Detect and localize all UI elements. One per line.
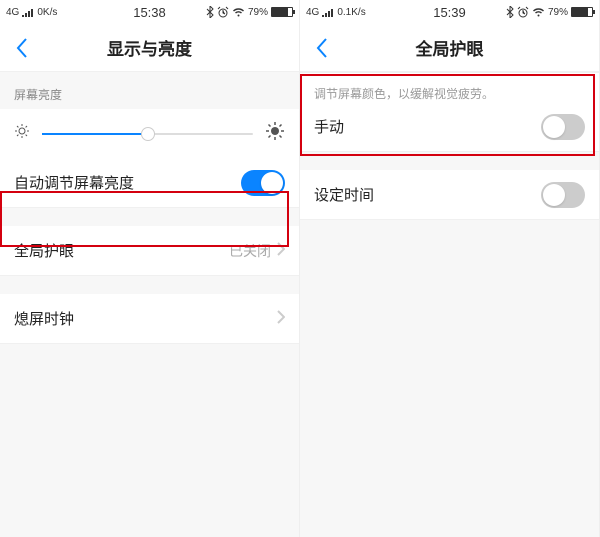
left-screen: 4G 0K/s 15:38 79% 显示与亮度 屏幕亮度 xyxy=(0,0,300,537)
manual-row: 手动 xyxy=(300,102,599,152)
brightness-slider-row xyxy=(0,109,299,158)
bluetooth-icon xyxy=(506,6,514,18)
standby-clock-label: 熄屏时钟 xyxy=(14,308,74,329)
battery-icon xyxy=(571,7,593,17)
chevron-right-icon xyxy=(277,242,285,260)
back-button[interactable] xyxy=(300,24,344,71)
battery-icon xyxy=(271,7,293,17)
bluetooth-icon xyxy=(206,6,214,18)
nav-bar: 全局护眼 xyxy=(300,24,599,72)
brightness-slider[interactable] xyxy=(42,133,253,135)
alarm-icon xyxy=(217,6,229,18)
signal-icon xyxy=(22,7,34,17)
auto-brightness-row: 自动调节屏幕亮度 xyxy=(0,158,299,208)
manual-label: 手动 xyxy=(314,116,344,137)
schedule-label: 设定时间 xyxy=(314,184,374,205)
auto-brightness-label: 自动调节屏幕亮度 xyxy=(14,172,134,193)
battery-pct: 79% xyxy=(548,7,568,18)
net-speed: 0.1K/s xyxy=(337,7,365,18)
eye-care-row[interactable]: 全局护眼 已关闭 xyxy=(0,226,299,276)
brightness-section-label: 屏幕亮度 xyxy=(0,72,299,109)
signal-icon xyxy=(322,7,334,17)
sun-small-icon xyxy=(14,123,30,144)
schedule-row: 设定时间 xyxy=(300,170,599,220)
network-type: 4G xyxy=(6,7,19,18)
clock: 15:38 xyxy=(133,5,166,20)
auto-brightness-toggle[interactable] xyxy=(241,170,285,196)
nav-bar: 显示与亮度 xyxy=(0,24,299,72)
schedule-toggle[interactable] xyxy=(541,182,585,208)
status-bar: 4G 0.1K/s 15:39 79% xyxy=(300,0,599,24)
battery-pct: 79% xyxy=(248,7,268,18)
page-title: 显示与亮度 xyxy=(107,35,192,60)
wifi-icon xyxy=(532,7,545,17)
network-type: 4G xyxy=(306,7,319,18)
eye-care-value: 已关闭 xyxy=(229,241,271,261)
net-speed: 0K/s xyxy=(37,7,57,18)
slider-thumb[interactable] xyxy=(141,127,155,141)
page-title: 全局护眼 xyxy=(416,35,484,60)
alarm-icon xyxy=(517,6,529,18)
standby-clock-row[interactable]: 熄屏时钟 xyxy=(0,294,299,344)
back-button[interactable] xyxy=(0,24,44,71)
eye-care-label: 全局护眼 xyxy=(14,240,74,261)
clock: 15:39 xyxy=(433,5,466,20)
sun-large-icon xyxy=(265,121,285,146)
chevron-right-icon xyxy=(277,310,285,328)
manual-toggle[interactable] xyxy=(541,114,585,140)
wifi-icon xyxy=(232,7,245,17)
right-screen: 4G 0.1K/s 15:39 79% 全局护眼 调节屏幕颜色，以缓解视 xyxy=(300,0,600,537)
eye-care-hint: 调节屏幕颜色，以缓解视觉疲劳。 xyxy=(300,72,599,102)
status-bar: 4G 0K/s 15:38 79% xyxy=(0,0,299,24)
